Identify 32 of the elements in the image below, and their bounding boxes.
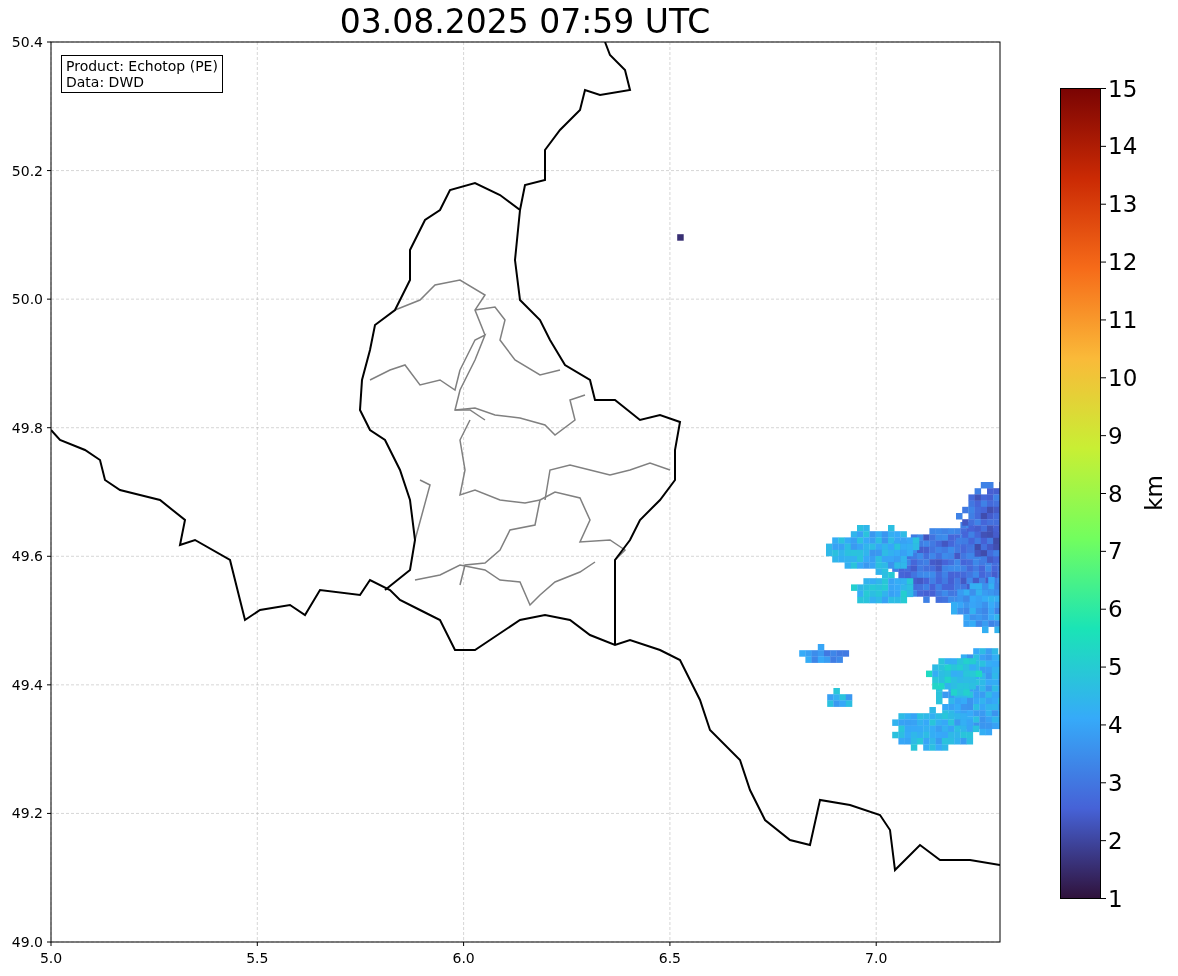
legend-text: Data: DWD <box>66 74 145 90</box>
axis-tick-label: 49.2 <box>11 805 43 822</box>
colorbar-tick-label: 1 <box>1108 885 1123 912</box>
colorbar-tick-label: 7 <box>1108 538 1123 565</box>
colorbar-tick-label: 12 <box>1108 249 1138 276</box>
colorbar-tick-label: 3 <box>1108 769 1123 796</box>
axis-tick-label: 5.5 <box>246 950 269 966</box>
colorbar-tick-label: 14 <box>1108 133 1138 160</box>
colorbar-tick-label: 8 <box>1108 480 1123 507</box>
colorbar-tick-label: 11 <box>1108 306 1138 333</box>
legend-text: Product: Echotop (PE) <box>66 58 218 74</box>
axis-tick-label: 50.0 <box>11 291 43 308</box>
colorbar-tick-label: 13 <box>1108 191 1138 218</box>
colorbar-tick-label: 5 <box>1108 654 1123 681</box>
colorbar-tick-label: 9 <box>1108 422 1123 449</box>
axis-tick-label: 7.0 <box>865 950 888 966</box>
axis-tick-label: 50.2 <box>11 162 43 179</box>
axis-tick-label: 6.0 <box>452 950 475 966</box>
axis-tick-label: 49.0 <box>11 934 43 950</box>
axis-tick-label: 6.5 <box>658 950 682 966</box>
axis-tick-label: 49.6 <box>11 548 43 565</box>
axis-tick-label: 49.4 <box>11 676 43 693</box>
axis-tick-label: 49.8 <box>11 419 43 436</box>
axis-tick-label: 5.0 <box>39 950 63 966</box>
colorbar-label: km <box>1141 475 1167 511</box>
plot-title: 03.08.2025 07:59 UTC <box>339 4 711 38</box>
colorbar-tick-label: 10 <box>1108 364 1138 391</box>
colorbar-tick-label: 2 <box>1108 827 1123 854</box>
colorbar-tick-label: 15 <box>1108 75 1138 102</box>
colorbar-tick-label: 6 <box>1108 596 1123 623</box>
colorbar-tick-label: 4 <box>1108 711 1123 738</box>
axis-tick-label: 50.4 <box>11 34 43 50</box>
